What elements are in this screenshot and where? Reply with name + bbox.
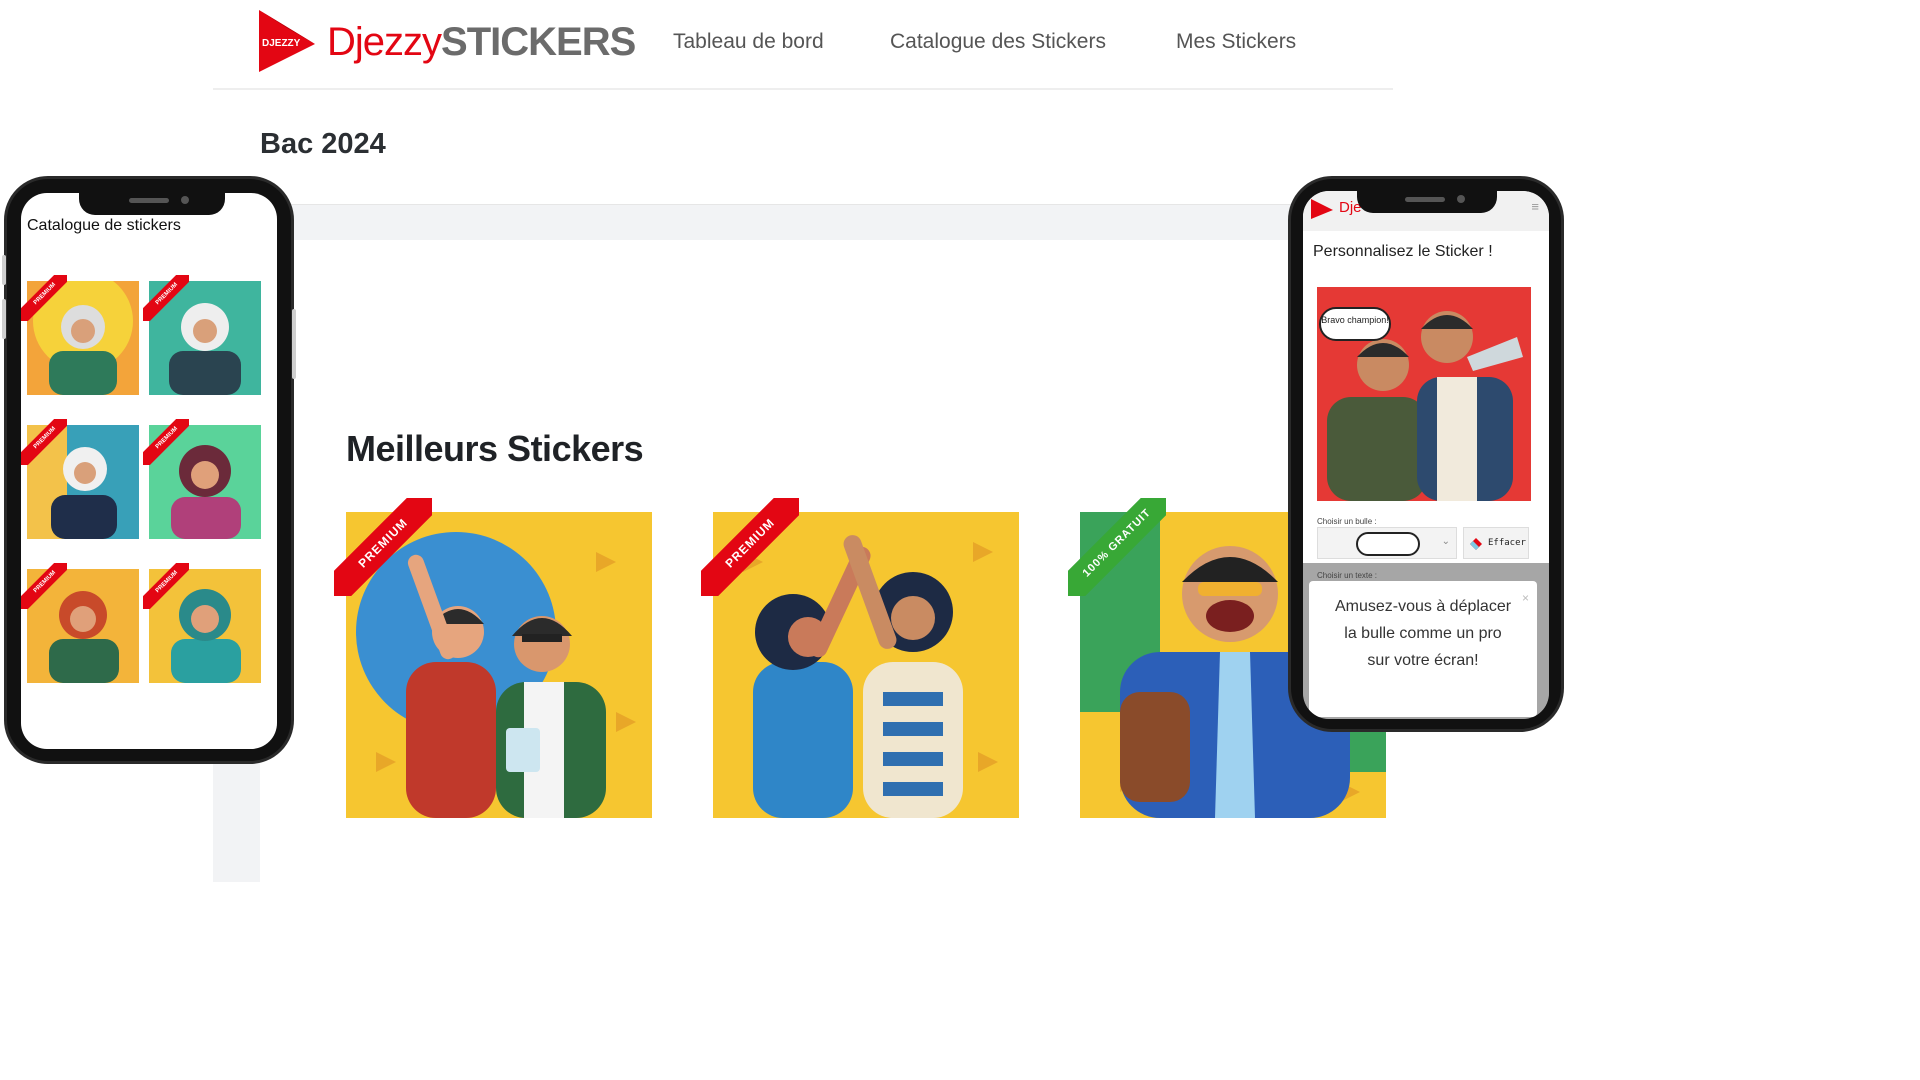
premium-ribbon: PREMIUM bbox=[143, 563, 189, 609]
section-title: Meilleurs Stickers bbox=[346, 428, 644, 469]
badge-label: PREMIUM bbox=[334, 498, 432, 596]
catalogue-sticker[interactable]: PREMIUM bbox=[21, 419, 139, 541]
text-select-label: Choisir un texte : bbox=[1317, 571, 1378, 580]
erase-button[interactable]: Effacer bbox=[1463, 527, 1529, 559]
brand-name-part2: STICKERS bbox=[441, 20, 636, 64]
phone-notch bbox=[1357, 187, 1497, 213]
phone-personalize-mockup: Dje ≡ Personnalisez le Sticker ! Bravo c… bbox=[1288, 176, 1564, 732]
catalogue-sticker[interactable]: PREMIUM bbox=[143, 419, 261, 541]
catalogue-sticker[interactable]: PREMIUM bbox=[143, 275, 261, 397]
hint-text: Amusez-vous à déplacer la bulle comme un… bbox=[1334, 598, 1512, 669]
catalogue-title: Catalogue de stickers bbox=[27, 217, 181, 234]
catalogue-sticker[interactable]: PREMIUM bbox=[21, 275, 139, 397]
sticker-preview: Bravo champion! bbox=[1317, 287, 1531, 501]
premium-ribbon: PREMIUM bbox=[143, 419, 189, 465]
djezzy-logo-icon: DJEZZY bbox=[259, 10, 315, 72]
showcase-canvas: DJEZZY DjezzySTICKERS Tableau de bord Ca… bbox=[0, 0, 1568, 882]
sticker-card[interactable]: PREMIUM bbox=[701, 498, 1031, 820]
djezzy-logo-icon bbox=[1311, 199, 1333, 219]
free-ribbon: 100% GRATUIT bbox=[1068, 498, 1166, 596]
speech-bubble[interactable]: Bravo champion! bbox=[1319, 307, 1391, 341]
bubble-shape-preview bbox=[1356, 532, 1420, 556]
hint-popup: × Amusez-vous à déplacer la bulle comme … bbox=[1309, 581, 1537, 717]
brand-logo[interactable]: DJEZZY DjezzySTICKERS bbox=[259, 8, 636, 74]
premium-ribbon: PREMIUM bbox=[334, 498, 432, 596]
content-band bbox=[213, 204, 1393, 240]
phone-catalogue-mockup: Catalogue de stickers PREMIUM PREMIUM PR… bbox=[2, 176, 296, 764]
close-icon[interactable]: × bbox=[1522, 585, 1529, 612]
phone-camera bbox=[1457, 195, 1465, 203]
premium-ribbon: PREMIUM bbox=[701, 498, 799, 596]
bubble-select[interactable]: ⌄ bbox=[1317, 527, 1457, 559]
sticker-card[interactable]: PREMIUM bbox=[334, 498, 664, 820]
premium-ribbon: PREMIUM bbox=[21, 275, 67, 321]
nav-sticker-catalog[interactable]: Catalogue des Stickers bbox=[890, 30, 1106, 54]
page-title: Bac 2024 bbox=[260, 128, 386, 160]
badge-label: PREMIUM bbox=[701, 498, 799, 596]
catalogue-sticker[interactable]: PREMIUM bbox=[143, 563, 261, 685]
site-header: DJEZZY DjezzySTICKERS Tableau de bord Ca… bbox=[213, 0, 1393, 90]
brand-wordmark: DjezzySTICKERS bbox=[327, 20, 636, 65]
phone-side-button bbox=[2, 299, 6, 339]
catalogue-sticker[interactable]: PREMIUM bbox=[21, 563, 139, 685]
phone-side-button bbox=[2, 255, 6, 285]
premium-ribbon: PREMIUM bbox=[143, 275, 189, 321]
premium-ribbon: PREMIUM bbox=[21, 419, 67, 465]
phone-speaker bbox=[1405, 197, 1445, 202]
phone-speaker bbox=[129, 198, 169, 203]
nav-dashboard[interactable]: Tableau de bord bbox=[673, 30, 824, 54]
eraser-icon bbox=[1470, 538, 1482, 550]
brand-name-part1: Djezzy bbox=[327, 20, 442, 64]
nav-my-stickers[interactable]: Mes Stickers bbox=[1176, 30, 1296, 54]
phone-side-button bbox=[292, 309, 296, 379]
menu-icon[interactable]: ≡ bbox=[1531, 199, 1539, 214]
personalize-title: Personnalisez le Sticker ! bbox=[1313, 243, 1493, 260]
phone-notch bbox=[79, 189, 225, 215]
phone-screen: Dje ≡ Personnalisez le Sticker ! Bravo c… bbox=[1303, 191, 1549, 719]
premium-ribbon: PREMIUM bbox=[21, 563, 67, 609]
badge-label: 100% GRATUIT bbox=[1068, 498, 1166, 596]
phone-camera bbox=[181, 196, 189, 204]
svg-text:DJEZZY: DJEZZY bbox=[262, 38, 301, 49]
erase-label: Effacer bbox=[1488, 538, 1526, 548]
chevron-down-icon: ⌄ bbox=[1441, 536, 1450, 547]
bubble-select-label: Choisir un bulle : bbox=[1317, 517, 1377, 526]
phone-screen: Catalogue de stickers PREMIUM PREMIUM PR… bbox=[21, 193, 277, 749]
